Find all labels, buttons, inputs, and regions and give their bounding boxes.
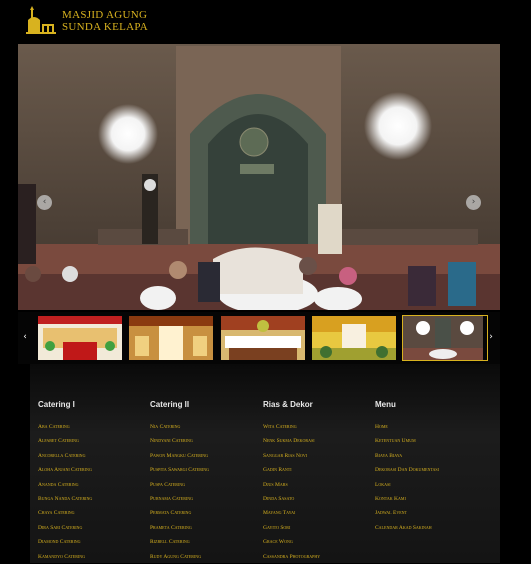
footer-link[interactable]: Kontak Kami [375,492,439,506]
footer-link[interactable]: Jadwal Event [375,506,439,520]
site-logo[interactable]: MASJID AGUNG SUNDA KELAPA [24,6,148,36]
slider-prev-button[interactable]: ‹ [37,195,52,210]
footer-link[interactable]: Nenk Sukma Dekorasi [263,434,320,448]
footer-link[interactable]: Rizbell Catering [150,535,209,549]
mosque-logo-icon [24,6,58,36]
footer-link[interactable]: Prameta Catering [150,521,209,535]
footer-link[interactable]: Purnama Catering [150,492,209,506]
footer-link[interactable]: Dinda Sasato [263,492,320,506]
footer-link[interactable]: Calendar Akad Sakinah [375,521,439,535]
footer-link[interactable]: Pawon Mangku Catering [150,449,209,463]
footer-link[interactable]: Ancorella Catering [38,449,92,463]
thumbnail-item[interactable] [129,316,213,360]
footer-link[interactable]: Home [375,420,439,434]
footer-link[interactable]: Diamond Catering [38,535,92,549]
site-header: MASJID AGUNG SUNDA KELAPA [0,0,531,44]
footer-column-catering-2: Catering II Nia Catering Nindyani Cateri… [150,400,209,564]
footer-column-title: Menu [375,400,396,409]
footer-link[interactable]: Dira Sari Catering [38,521,92,535]
footer-link[interactable]: Gayito Sori [263,521,320,535]
hero-photo [18,44,500,310]
footer-column-menu: Menu Home Ketentuan Umum Biaya Biaya Dek… [375,400,439,535]
footer-link[interactable]: Dekorasi Dan Dokumentasi [375,463,439,477]
footer-link[interactable]: Sanggar Rias Novi [263,449,320,463]
footer-links: Catering I Aba Catering Alfabet Catering… [30,364,500,563]
footer-link[interactable]: Bunga Nanda Catering [38,492,92,506]
footer-link[interactable]: Djus Mars [263,478,320,492]
footer-column-rias-dekor: Rias & Dekor Wita Catering Nenk Sukma De… [263,400,320,564]
thumbnail-item[interactable] [38,316,122,360]
footer-link[interactable]: Permata Catering [150,506,209,520]
footer-column-title: Catering II [150,400,190,409]
logo-line-2: SUNDA KELAPA [62,21,149,33]
thumbnail-next-button[interactable]: › [486,331,496,343]
footer-link[interactable]: Nia Catering [150,420,209,434]
footer-column-catering-1: Catering I Aba Catering Alfabet Catering… [38,400,92,564]
thumbnail-strip: ‹ › [18,312,500,364]
footer-link[interactable]: Gadin Ranti [263,463,320,477]
footer-link[interactable]: Alfabet Catering [38,434,92,448]
thumbnail-prev-button[interactable]: ‹ [20,331,30,343]
footer-link[interactable]: Nindyani Catering [150,434,209,448]
footer-link[interactable]: Aba Catering [38,420,92,434]
slider-next-button[interactable]: › [466,195,481,210]
footer-link[interactable]: Ananda Catering [38,478,92,492]
footer-link[interactable]: Mayang Tayai [263,506,320,520]
footer-link[interactable]: Ketentuan Umum [375,434,439,448]
footer-column-title: Rias & Dekor [263,400,313,409]
footer-column-title: Catering I [38,400,75,409]
footer-link[interactable]: Puspita Sawargi Catering [150,463,209,477]
footer-link[interactable]: Kamandyo Catering [38,550,92,564]
thumbnail-item[interactable] [312,316,396,360]
footer-link[interactable]: Lokasi [375,478,439,492]
footer-link[interactable]: Aloha Anjani Catering [38,463,92,477]
footer-link[interactable]: Wita Catering [263,420,320,434]
thumbnail-item[interactable] [221,316,305,360]
footer-link[interactable]: Chaya Catering [38,506,92,520]
footer-link[interactable]: Cassandra Photography [263,550,320,564]
footer-link[interactable]: Rudy Agung Catering [150,550,209,564]
thumbnail-item-active[interactable] [402,315,488,361]
footer-link[interactable]: Grace Wong [263,535,320,549]
footer-link[interactable]: Biaya Biaya [375,449,439,463]
logo-line-1: MASJID AGUNG [62,9,148,21]
footer-link[interactable]: Puspa Catering [150,478,209,492]
hero-slider[interactable]: ‹ › [18,44,500,310]
